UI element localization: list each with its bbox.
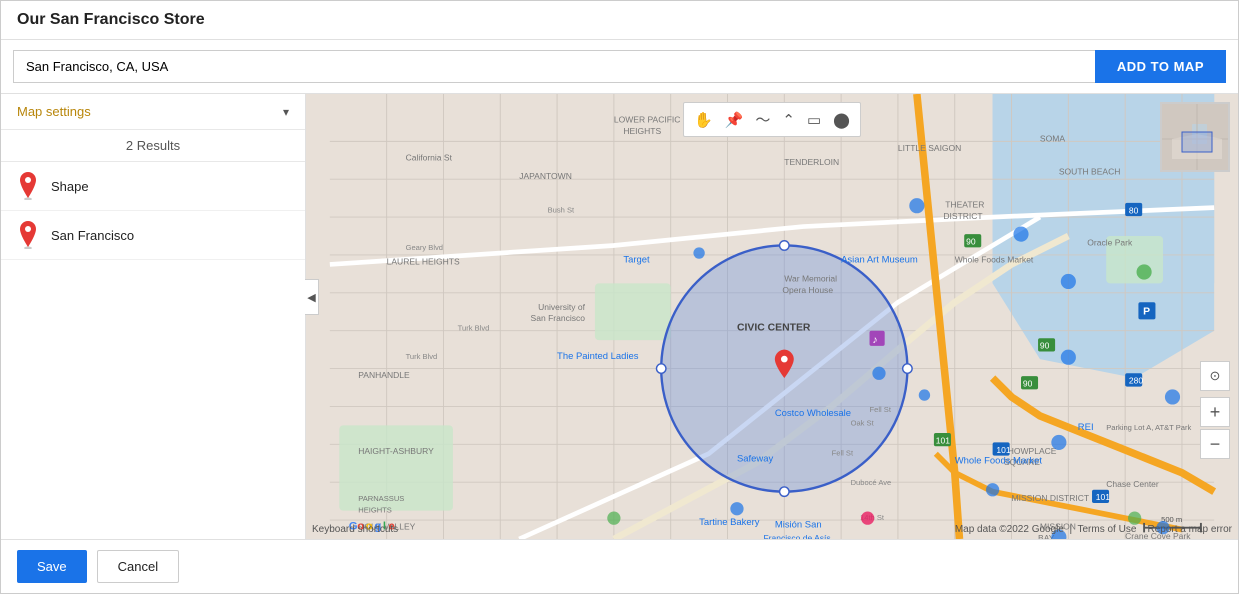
svg-text:101: 101 [1096,492,1110,502]
map-background: California St LOWER PACIFIC HEIGHTS JAPA… [306,94,1238,539]
list-item[interactable]: Shape [1,162,305,211]
svg-text:DISTRICT: DISTRICT [943,211,982,221]
svg-text:Turk Blvd: Turk Blvd [406,352,438,361]
svg-text:g: g [374,521,381,533]
circle-tool-button[interactable]: ⬤ [829,109,854,131]
map-toolbar: ✋ 📌 〜 ⌃ ▭ ⬤ [683,102,861,137]
svg-text:Dubocé Ave: Dubocé Ave [851,478,892,487]
svg-text:PANHANDLE: PANHANDLE [358,370,410,380]
hand-tool-button[interactable]: ✋ [690,109,717,131]
svg-text:SOMA: SOMA [1040,133,1065,143]
svg-text:Turk Blvd: Turk Blvd [458,324,490,333]
svg-text:Fell St: Fell St [870,405,892,414]
svg-text:Oak St: Oak St [851,418,875,427]
zoom-out-button[interactable]: − [1200,429,1230,459]
zoom-in-button[interactable]: + [1200,397,1230,427]
svg-text:MISSION DISTRICT: MISSION DISTRICT [1012,493,1090,503]
svg-text:Target: Target [623,255,650,266]
svg-text:Whole Foods Market: Whole Foods Market [955,255,1034,265]
zoom-controls: ⊙ + − [1200,361,1230,459]
svg-text:Tartine Bakery: Tartine Bakery [699,517,760,528]
svg-text:THEATER: THEATER [945,200,984,210]
chevron-down-icon: ▾ [283,105,289,119]
svg-text:University of: University of [538,302,585,312]
svg-text:101: 101 [936,435,950,445]
svg-text:90: 90 [1040,341,1050,351]
svg-text:SOUTH BEACH: SOUTH BEACH [1059,166,1121,176]
svg-text:War Memorial: War Memorial [784,273,837,283]
list-item[interactable]: San Francisco [1,211,305,260]
svg-text:LOWER PACIFIC: LOWER PACIFIC [614,114,681,124]
svg-text:Bush St: Bush St [548,205,575,214]
map-settings-toggle[interactable]: Map settings ▾ [1,94,305,130]
svg-text:P: P [1143,307,1150,318]
svg-text:101: 101 [996,445,1010,455]
svg-text:Oracle Park: Oracle Park [1087,237,1133,247]
svg-text:The Painted Ladies: The Painted Ladies [557,351,639,362]
minimap[interactable] [1160,102,1230,172]
svg-text:JAPANTOWN: JAPANTOWN [519,171,572,181]
svg-text:Francisco de Asís: Francisco de Asís [763,533,830,539]
svg-text:Safeway: Safeway [737,453,774,464]
path-tool-button[interactable]: ⌃ [778,109,799,131]
map-settings-label: Map settings [17,104,91,119]
main-area: Map settings ▾ 2 Results Shape S [1,94,1238,539]
footer: Save Cancel [1,539,1238,593]
svg-text:90: 90 [966,237,976,247]
map-container[interactable]: California St LOWER PACIFIC HEIGHTS JAPA… [306,94,1238,539]
svg-text:HAIGHT-ASHBURY: HAIGHT-ASHBURY [358,446,434,456]
svg-text:TENDERLOIN: TENDERLOIN [784,157,839,167]
svg-text:e: e [389,521,395,533]
add-to-map-button[interactable]: ADD TO MAP [1095,50,1226,83]
svg-text:o: o [357,521,364,533]
svg-text:California St: California St [406,152,453,162]
svg-text:Chase Center: Chase Center [1106,479,1159,489]
save-button[interactable]: Save [17,550,87,583]
svg-text:80: 80 [1129,205,1139,215]
svg-text:♪: ♪ [872,335,877,346]
cancel-button[interactable]: Cancel [97,550,179,583]
san-francisco-label: San Francisco [51,228,134,243]
svg-text:Fell St: Fell St [832,449,854,458]
svg-text:San Francisco: San Francisco [531,313,586,323]
svg-text:LAUREL HEIGHTS: LAUREL HEIGHTS [387,256,460,266]
svg-text:280: 280 [1129,376,1143,386]
pin-icon-sf [17,221,39,249]
results-count: 2 Results [1,130,305,162]
search-input[interactable] [13,50,1095,83]
svg-text:Asian Art Museum: Asian Art Museum [841,255,918,266]
svg-text:CIVIC CENTER: CIVIC CENTER [737,323,811,334]
svg-text:Opera House: Opera House [782,285,833,295]
svg-text:Whole Foods Market: Whole Foods Market [955,455,1043,466]
svg-text:o: o [366,521,373,533]
svg-text:PARNASSUS: PARNASSUS [358,494,404,503]
svg-text:REI: REI [1078,422,1094,433]
svg-text:Misión San: Misión San [775,520,822,531]
svg-text:LITTLE SAIGON: LITTLE SAIGON [898,143,961,153]
header: Our San Francisco Store [1,1,1238,40]
pin-icon-shape [17,172,39,200]
pin-tool-button[interactable]: 📌 [721,109,748,131]
polyline-tool-button[interactable]: 〜 [751,107,774,132]
svg-text:HEIGHTS: HEIGHTS [623,126,661,136]
svg-text:Parking Lot A, AT&T Park: Parking Lot A, AT&T Park [1106,423,1191,432]
locate-button[interactable]: ⊙ [1200,361,1230,391]
rectangle-tool-button[interactable]: ▭ [803,109,825,131]
svg-text:Costco Wholesale: Costco Wholesale [775,408,851,419]
svg-text:l: l [383,521,386,533]
svg-text:HEIGHTS: HEIGHTS [358,505,392,514]
svg-text:Geary Blvd: Geary Blvd [406,243,443,252]
sidebar: Map settings ▾ 2 Results Shape S [1,94,306,539]
page-title: Our San Francisco Store [17,11,1222,29]
search-row: ADD TO MAP [1,40,1238,94]
sidebar-toggle-button[interactable]: ◀ [305,279,319,315]
shape-label: Shape [51,179,89,194]
svg-text:Crane Cove Park: Crane Cove Park [1125,531,1191,539]
svg-text:90: 90 [1023,379,1033,389]
